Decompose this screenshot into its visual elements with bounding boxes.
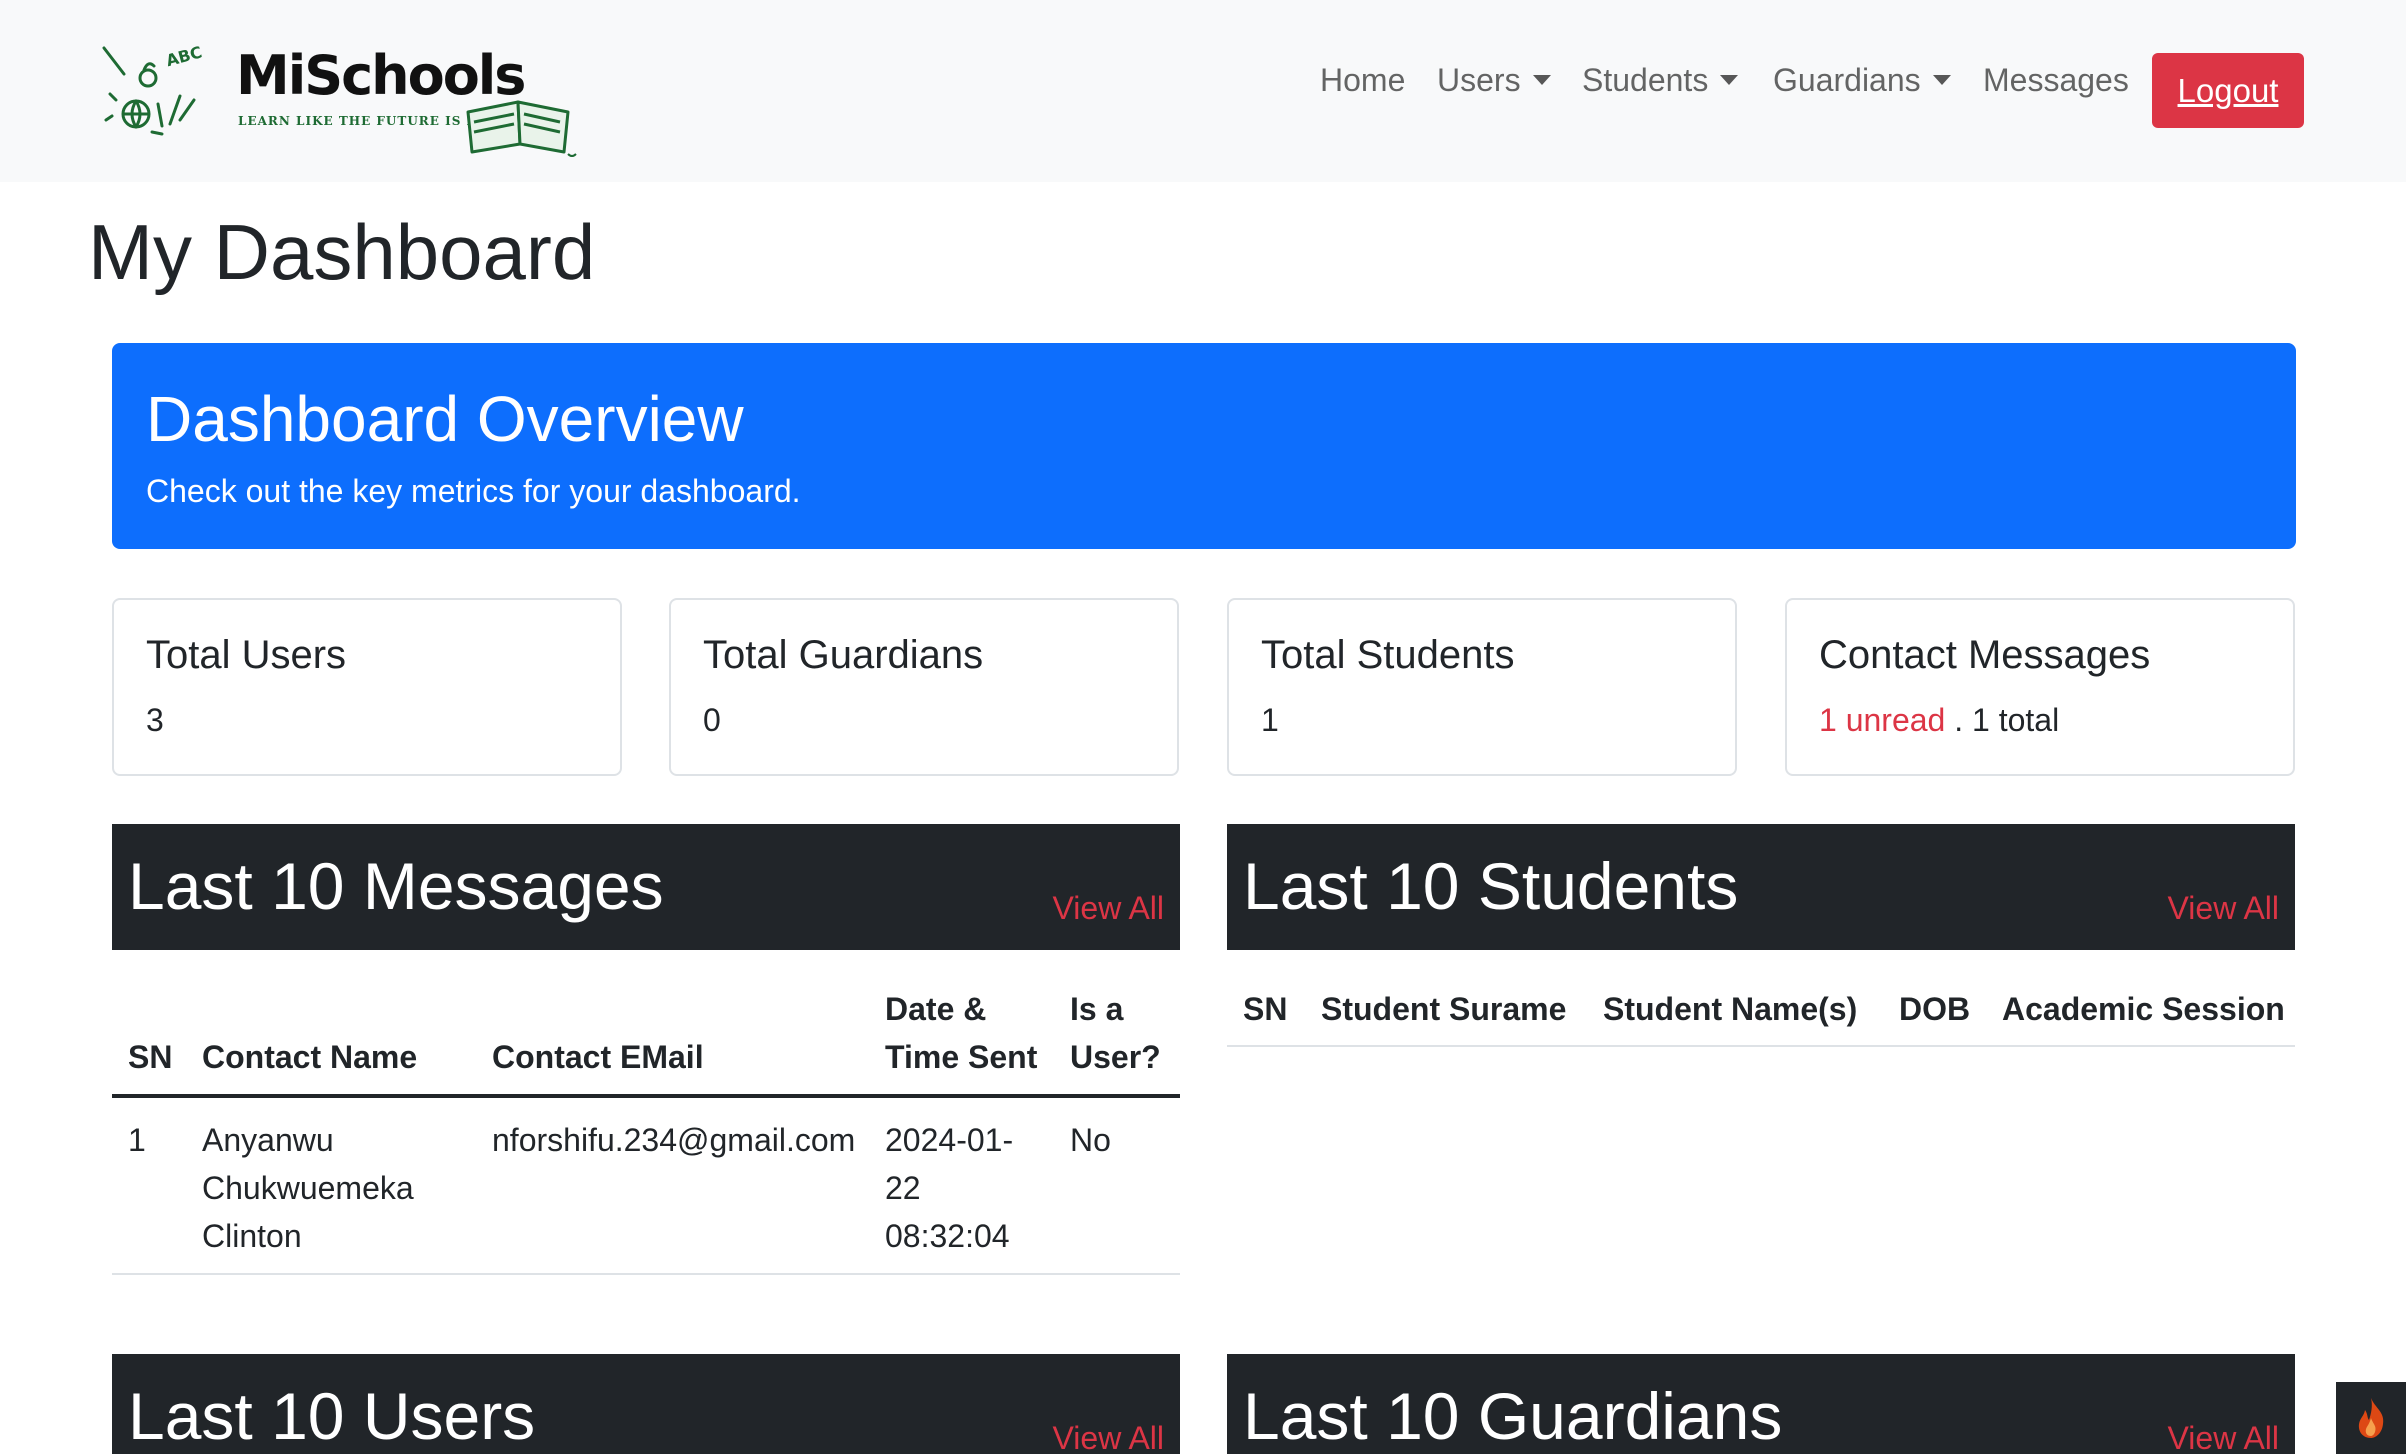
doodle-abc-text: ABC: [164, 42, 204, 70]
stat-card-title: Total Users: [146, 633, 347, 677]
stat-card-messages: Contact Messages 1 unread . 1 total: [1785, 598, 2295, 776]
view-all-students-link[interactable]: View All: [2168, 888, 2279, 928]
students-section-header: Last 10 Students View All: [1227, 824, 2295, 950]
cell-contact-name: Anyanwu Chukwuemeka Clinton: [202, 1116, 414, 1260]
stat-card-users: Total Users 3: [112, 598, 622, 776]
stat-card-value: 1 unread . 1 total: [1819, 700, 2059, 740]
table-header-divider: [1227, 1045, 2295, 1047]
unread-count-link[interactable]: 1 unread: [1819, 702, 1945, 738]
stat-card-value: 3: [146, 702, 164, 738]
view-all-guardians-link[interactable]: View All: [2168, 1418, 2279, 1454]
flame-icon: [2358, 1398, 2384, 1438]
col-header-sn: SN: [128, 1039, 173, 1075]
cell-date-line3: 08:32:04: [885, 1218, 1010, 1254]
cell-date-sent: 2024-01- 22 08:32:04: [885, 1116, 1013, 1260]
nav-students-dropdown[interactable]: Students: [1582, 52, 1739, 108]
cell-date-line2: 22: [885, 1170, 921, 1206]
cell-sn: 1: [128, 1122, 146, 1158]
school-doodle-icon: ABC: [102, 42, 204, 136]
section-title: Last 10 Messages: [128, 849, 664, 923]
col-header-student-surname: Student Surame: [1321, 991, 1567, 1027]
overview-subtitle: Check out the key metrics for your dashb…: [146, 473, 801, 509]
nav-home-label: Home: [1320, 61, 1406, 98]
users-section-header: Last 10 Users View All: [112, 1354, 1180, 1454]
col-header-is-user-line2: User?: [1070, 1039, 1161, 1075]
stat-card-guardians: Total Guardians 0: [669, 598, 1179, 776]
nav-users-dropdown[interactable]: Users: [1437, 52, 1551, 108]
overview-title: Dashboard Overview: [146, 383, 744, 455]
col-header-contact-name: Contact Name: [202, 1039, 418, 1075]
navbar: ABC MiSchools LEARN LIKE THE FUTURE IS N…: [0, 0, 2406, 182]
page-title: My Dashboard: [88, 208, 596, 296]
section-title: Last 10 Guardians: [1243, 1379, 1783, 1453]
table-header-divider: [112, 1094, 1180, 1098]
cell-contact-name-line3: Clinton: [202, 1218, 302, 1254]
cell-is-user: No: [1070, 1122, 1111, 1158]
col-header-is-user-line1: Is a: [1070, 991, 1124, 1027]
cell-contact-email: nforshifu.234@gmail.com: [492, 1122, 856, 1158]
stat-separator: .: [1954, 702, 1964, 738]
col-header-is-user: Is a User?: [1070, 985, 1161, 1081]
nav-students-label: Students: [1582, 61, 1709, 98]
col-header-academic-session: Academic Session: [2002, 991, 2285, 1027]
col-header-date-line1: Date &: [885, 991, 987, 1027]
cell-date-line1: 2024-01-: [885, 1122, 1014, 1158]
cell-contact-name-line2: Chukwuemeka: [202, 1170, 414, 1206]
debug-toolbar-button[interactable]: [2336, 1382, 2406, 1454]
col-header-date-line2: Time Sent: [885, 1039, 1038, 1075]
book-icon: [466, 100, 577, 157]
stat-card-value: 0: [703, 702, 721, 738]
stat-card-value: 1: [1261, 702, 1279, 738]
view-all-messages-link[interactable]: View All: [1053, 888, 1164, 928]
view-all-users-link[interactable]: View All: [1053, 1418, 1164, 1454]
cell-contact-name-line1: Anyanwu: [202, 1122, 334, 1158]
logout-button[interactable]: Logout: [2152, 53, 2304, 128]
nav-guardians-label: Guardians: [1773, 61, 1921, 98]
messages-section-header: Last 10 Messages View All: [112, 824, 1180, 950]
section-title: Last 10 Students: [1243, 849, 1739, 923]
col-header-contact-email: Contact EMail: [492, 1039, 704, 1075]
section-title: Last 10 Users: [128, 1379, 536, 1453]
col-header-sn: SN: [1243, 991, 1288, 1027]
nav-messages[interactable]: Messages: [1983, 52, 2129, 108]
overview-banner: Dashboard Overview Check out the key met…: [112, 343, 2296, 549]
guardians-section-header: Last 10 Guardians View All: [1227, 1354, 2295, 1454]
chevron-down-icon: [1532, 75, 1551, 85]
stat-card-title: Total Students: [1261, 633, 1515, 677]
col-header-student-names: Student Name(s): [1603, 991, 1858, 1027]
stat-card-students: Total Students 1: [1227, 598, 1737, 776]
row-divider: [112, 1273, 1180, 1275]
stat-card-title: Contact Messages: [1819, 633, 2151, 677]
nav-home[interactable]: Home: [1320, 52, 1405, 108]
chevron-down-icon: [1932, 75, 1951, 85]
nav-messages-label: Messages: [1983, 61, 2129, 98]
stat-card-title: Total Guardians: [703, 633, 984, 677]
col-header-date: Date & Time Sent: [885, 985, 1037, 1081]
col-header-dob: DOB: [1899, 991, 1971, 1027]
total-count: 1 total: [1972, 702, 2060, 738]
chevron-down-icon: [1720, 75, 1739, 85]
nav-users-label: Users: [1437, 61, 1521, 98]
nav-guardians-dropdown[interactable]: Guardians: [1773, 52, 1951, 108]
brand-logo[interactable]: ABC MiSchools LEARN LIKE THE FUTURE IS N…: [96, 34, 606, 160]
